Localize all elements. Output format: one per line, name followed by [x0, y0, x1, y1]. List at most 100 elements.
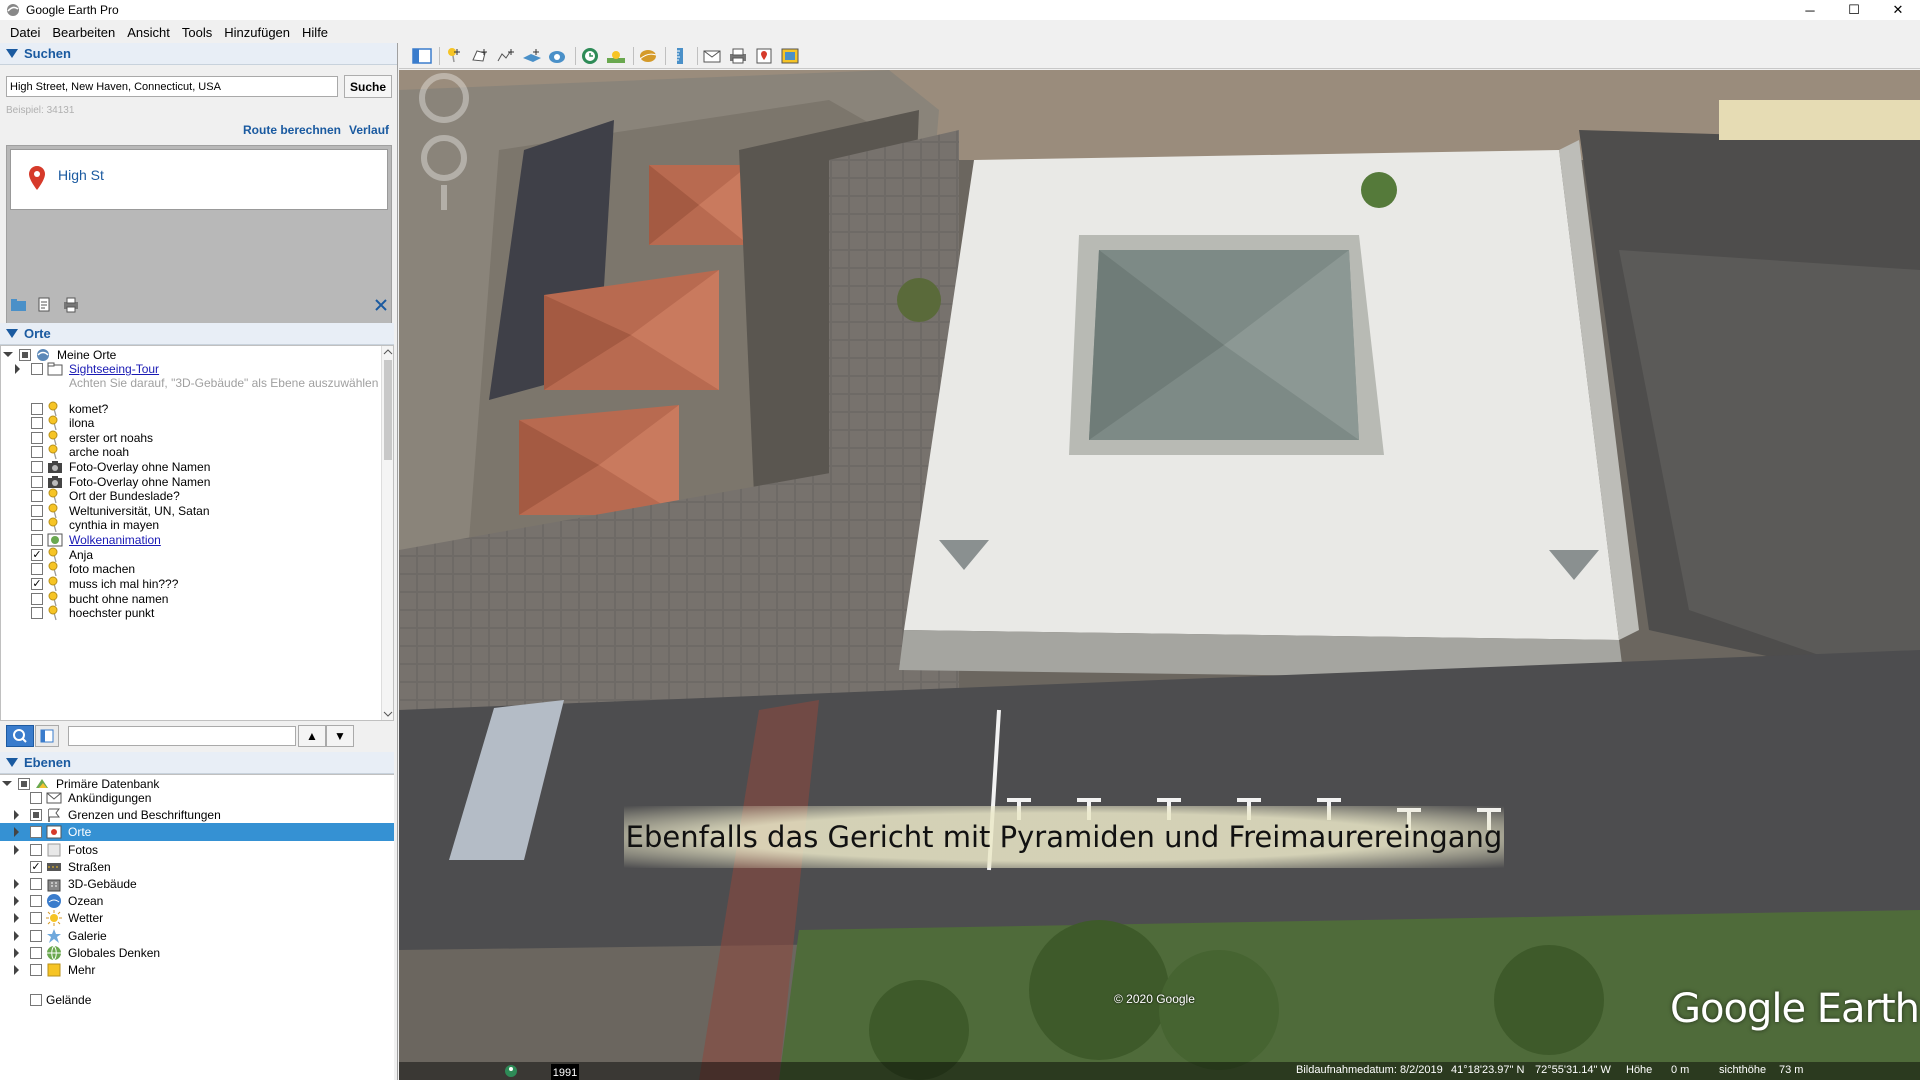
places-search-button[interactable]	[6, 725, 34, 747]
layer-item-row[interactable]: Grenzen und Beschriftungen	[0, 806, 394, 824]
layer-item-row[interactable]: Ankündigungen	[0, 789, 394, 807]
place-item-row[interactable]: Achten Sie darauf, "3D-Gebäude" als Eben…	[1, 374, 381, 392]
map-3d-view[interactable]: Ebenfalls das Gericht mit Pyramiden und …	[399, 70, 1920, 1080]
record-tour-icon[interactable]	[547, 46, 569, 66]
photo-icon	[46, 842, 62, 858]
layer-item-row[interactable]: Mehr	[0, 961, 394, 979]
place-item-checkbox[interactable]: ✓	[31, 578, 43, 590]
layer-item-row[interactable]: ✓ Straßen	[0, 858, 394, 876]
place-item-checkbox[interactable]	[31, 519, 43, 531]
layer-item-checkbox[interactable]	[30, 964, 42, 976]
layer-item-checkbox[interactable]	[30, 895, 42, 908]
place-item-label[interactable]: Wolkenanimation	[69, 533, 161, 547]
place-item-checkbox[interactable]	[31, 417, 43, 429]
menu-datei[interactable]: Datei	[4, 25, 46, 40]
layer-item-checkbox[interactable]: ✓	[30, 860, 42, 873]
expand-arrow-icon[interactable]	[3, 352, 13, 357]
menu-bar: Datei Bearbeiten Ansicht Tools Hinzufüge…	[0, 21, 1920, 43]
layer-item-checkbox[interactable]: ✓	[30, 826, 42, 839]
move-down-button[interactable]: ▼	[326, 725, 354, 747]
move-up-button[interactable]: ▲	[298, 725, 326, 747]
add-polygon-icon[interactable]	[469, 46, 491, 66]
scroll-down-icon[interactable]	[382, 708, 394, 720]
route-link[interactable]: Route berechnen	[243, 123, 341, 137]
layer-item-checkbox[interactable]	[30, 878, 42, 890]
place-item-checkbox[interactable]	[31, 563, 43, 575]
layer-row-terrain[interactable]: Gelände	[0, 991, 394, 1009]
eye-altitude-value: 73 m	[1779, 1064, 1804, 1076]
view-in-maps-icon[interactable]	[753, 46, 775, 66]
email-icon[interactable]	[701, 46, 723, 66]
planet-switch-icon[interactable]	[637, 46, 659, 66]
street-view-icon[interactable]	[504, 1064, 518, 1078]
scroll-thumb[interactable]	[384, 360, 392, 460]
layer-item-row[interactable]: Ozean	[0, 892, 394, 910]
layer-item-checkbox[interactable]	[30, 929, 42, 942]
expand-arrow-icon[interactable]	[14, 947, 19, 958]
place-item-checkbox[interactable]	[31, 607, 43, 619]
search-button[interactable]: Suche	[344, 75, 392, 98]
expand-arrow-icon[interactable]	[14, 810, 19, 821]
expand-arrow-icon[interactable]	[14, 879, 19, 889]
layer-item-row[interactable]: Galerie	[0, 927, 394, 945]
sunlight-icon[interactable]	[605, 46, 627, 66]
close-search-icon[interactable]	[372, 296, 390, 314]
place-item-checkbox[interactable]	[31, 446, 43, 458]
expand-arrow-icon[interactable]	[2, 781, 12, 786]
menu-ansicht[interactable]: Ansicht	[121, 25, 176, 40]
layer-item-row[interactable]: ✓ Orte	[0, 823, 394, 842]
save-image-icon[interactable]	[779, 46, 801, 66]
layer-item-row[interactable]: Wetter	[0, 909, 394, 927]
place-item-row[interactable]: hoechster punkt	[1, 604, 381, 622]
place-item-checkbox[interactable]	[31, 461, 43, 473]
copy-icon[interactable]	[36, 296, 54, 314]
print-icon[interactable]	[62, 296, 80, 314]
search-section-header[interactable]: Suchen	[0, 43, 397, 65]
historical-year-badge[interactable]: 1991	[551, 1064, 579, 1080]
expand-arrow-icon[interactable]	[14, 896, 19, 907]
search-result-title: High St	[58, 167, 104, 183]
close-button[interactable]: ✕	[1876, 0, 1920, 20]
historical-imagery-icon[interactable]	[579, 46, 601, 66]
menu-hinzufuegen[interactable]: Hinzufügen	[218, 25, 296, 40]
expand-arrow-icon[interactable]	[14, 965, 19, 975]
history-link[interactable]: Verlauf	[349, 123, 389, 137]
menu-hilfe[interactable]: Hilfe	[296, 25, 334, 40]
layers-section-header[interactable]: Ebenen	[0, 752, 394, 774]
layer-item-checkbox[interactable]	[30, 912, 42, 925]
sidebar-toggle-icon[interactable]	[411, 46, 433, 66]
ruler-icon[interactable]	[669, 46, 691, 66]
expand-arrow-icon[interactable]	[14, 844, 19, 855]
expand-arrow-icon[interactable]	[14, 913, 19, 924]
layer-item-row[interactable]: 3D-Gebäude	[0, 875, 394, 893]
layer-item-checkbox[interactable]	[30, 809, 42, 822]
print-icon[interactable]	[727, 46, 749, 66]
menu-tools[interactable]: Tools	[176, 25, 218, 40]
layer-item-row[interactable]: Globales Denken	[0, 944, 394, 962]
place-item-checkbox[interactable]	[31, 534, 43, 546]
places-filter-input[interactable]	[68, 726, 296, 746]
terrain-checkbox[interactable]	[30, 994, 42, 1006]
expand-arrow-icon[interactable]	[15, 364, 20, 374]
expand-arrow-icon[interactable]	[14, 930, 19, 941]
menu-bearbeiten[interactable]: Bearbeiten	[46, 25, 121, 40]
minimize-button[interactable]: ─	[1788, 0, 1832, 20]
layer-item-row[interactable]: Fotos	[0, 841, 394, 859]
search-input[interactable]	[6, 76, 338, 97]
add-folder-icon[interactable]	[10, 296, 28, 314]
add-path-icon[interactable]	[495, 46, 517, 66]
place-item-checkbox[interactable]	[31, 490, 43, 502]
search-result-item[interactable]: High St	[10, 149, 388, 210]
maximize-button[interactable]: ☐	[1832, 0, 1876, 20]
panel-toggle-button[interactable]	[35, 725, 59, 747]
places-section-header[interactable]: Orte	[0, 323, 394, 345]
layer-item-checkbox[interactable]	[30, 946, 42, 959]
add-image-overlay-icon[interactable]	[521, 46, 543, 66]
places-scrollbar[interactable]	[381, 346, 394, 720]
scroll-up-icon[interactable]	[382, 346, 394, 358]
add-placemark-icon[interactable]	[443, 46, 465, 66]
layer-item-checkbox[interactable]	[30, 792, 42, 804]
layer-item-checkbox[interactable]	[30, 843, 42, 856]
expand-arrow-icon[interactable]	[14, 827, 19, 838]
navigation-controls[interactable]	[399, 70, 469, 210]
